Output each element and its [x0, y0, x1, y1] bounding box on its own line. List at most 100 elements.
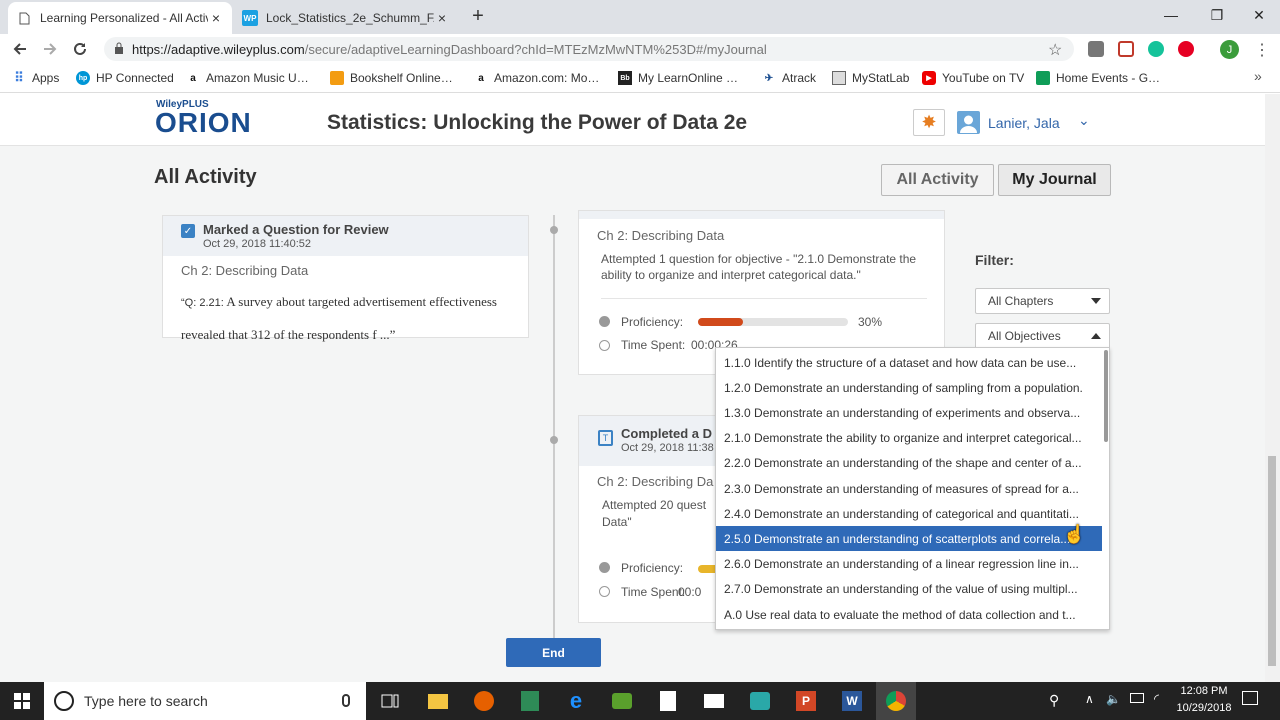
xbox-app-icon[interactable] [602, 682, 642, 720]
my-journal-button[interactable]: My Journal [998, 164, 1111, 196]
browser-tab-active[interactable]: Learning Personalized - All Activit × [8, 2, 232, 34]
card-text-line: Data" [602, 515, 632, 529]
pie-icon [599, 316, 610, 327]
all-activity-button[interactable]: All Activity [881, 164, 994, 196]
bookmark-home-events[interactable]: Home Events - Goog [1036, 70, 1162, 86]
bookmark-amazon-music[interactable]: a Amazon Music Unlim [186, 70, 312, 86]
card-header [579, 211, 944, 219]
battery-icon[interactable] [1130, 693, 1144, 703]
firefox-icon[interactable] [464, 682, 504, 720]
bookmark-hp[interactable]: hp HP Connected [76, 70, 174, 86]
maximize-icon[interactable]: ❐ [1194, 0, 1240, 30]
bookmark-mystatlab[interactable]: MyStatLab [832, 70, 914, 86]
youtube-icon: ▶ [922, 71, 936, 85]
document-app-icon[interactable] [648, 682, 688, 720]
scrollbar-thumb[interactable] [1268, 456, 1276, 666]
task-view-icon[interactable] [370, 682, 410, 720]
new-tab-button[interactable]: + [466, 4, 490, 28]
objective-option[interactable]: 2.5.0 Demonstrate an understanding of sc… [716, 526, 1102, 552]
clock-icon [599, 586, 610, 597]
back-icon[interactable] [7, 36, 33, 62]
minimize-icon[interactable]: — [1148, 0, 1194, 30]
powerpoint-icon[interactable]: P [786, 682, 826, 720]
objective-option[interactable]: 2.1.0 Demonstrate the ability to organiz… [716, 426, 1102, 451]
objective-option[interactable]: 2.7.0 Demonstrate an understanding of th… [716, 577, 1102, 602]
objective-option[interactable]: 2.6.0 Demonstrate an understanding of a … [716, 552, 1102, 577]
checkbox-icon: ✓ [181, 224, 195, 238]
objective-option[interactable]: 2.4.0 Demonstrate an understanding of ca… [716, 501, 1102, 526]
objective-option[interactable]: 1.3.0 Demonstrate an understanding of ex… [716, 400, 1102, 425]
clock-time[interactable]: 12:08 PM [1174, 685, 1234, 697]
timeline-line [553, 215, 555, 640]
objectives-list: 1.1.0 Identify the structure of a datase… [716, 348, 1102, 629]
notes-app-icon[interactable] [510, 682, 550, 720]
pocket-icon[interactable] [1118, 41, 1134, 57]
notification-icon[interactable] [1242, 691, 1258, 705]
timeline-dot [550, 226, 558, 234]
card-text-line: Attempted 20 quest [602, 498, 707, 512]
divider [601, 298, 927, 299]
bookmark-amazon-movies[interactable]: a Amazon.com: Movies [474, 70, 602, 86]
user-name[interactable]: Lanier, Jala [988, 115, 1060, 131]
objective-option[interactable]: 2.3.0 Demonstrate an understanding of me… [716, 476, 1102, 501]
objective-option[interactable]: 1.2.0 Demonstrate an understanding of sa… [716, 375, 1102, 400]
people-icon[interactable]: ⚲ [1049, 692, 1059, 709]
bookmark-youtube[interactable]: ▶ YouTube on TV [922, 70, 1026, 86]
objectives-select[interactable]: All Objectives [975, 323, 1110, 349]
amazon-icon: a [478, 72, 484, 84]
lock-icon [114, 42, 124, 57]
card-text: Attempted 1 question for objective - "2.… [601, 252, 917, 282]
clock-date[interactable]: 10/29/2018 [1172, 702, 1236, 714]
wp-icon: WP [242, 10, 258, 26]
star-icon[interactable]: ☆ [1048, 40, 1062, 60]
pinterest-icon[interactable] [1178, 41, 1194, 57]
doc-icon [16, 10, 32, 26]
file-explorer-icon[interactable] [418, 682, 458, 720]
bookmarks-more-icon[interactable]: » [1254, 68, 1262, 84]
word-icon[interactable]: W [832, 682, 872, 720]
page-icon [832, 71, 846, 85]
profile-avatar[interactable]: J [1220, 40, 1239, 59]
camera-app-icon[interactable] [740, 682, 780, 720]
volume-icon[interactable]: 🔈 [1106, 692, 1121, 706]
objective-option[interactable]: 1.1.0 Identify the structure of a datase… [716, 350, 1102, 375]
document-icon: T [598, 430, 613, 446]
url-path: /secure/adaptiveLearningDashboard?chId=M… [304, 41, 767, 57]
bookmark-learnonline[interactable]: Bb My LearnOnline – Bla [618, 70, 744, 86]
grammarly-icon[interactable] [1148, 41, 1164, 57]
chevron-down-icon[interactable]: ⌄ [1078, 112, 1090, 129]
proficiency-bar [698, 318, 848, 326]
objective-option[interactable]: 2.2.0 Demonstrate an understanding of th… [716, 451, 1102, 476]
taskbar-search[interactable]: Type here to search [44, 682, 366, 720]
reload-icon[interactable] [67, 36, 93, 62]
address-bar[interactable]: https://adaptive.wileyplus.com/secure/ad… [104, 37, 1074, 61]
search-icon [54, 691, 74, 711]
extension-icon[interactable] [1088, 41, 1104, 57]
chrome-icon[interactable] [876, 682, 916, 720]
browser-tab[interactable]: WP Lock_Statistics_2e_Schumm_FA18 × [234, 2, 458, 34]
bookmark-atrack[interactable]: ✈ Atrack [762, 70, 822, 86]
orion-star-icon[interactable]: ✸ [913, 109, 945, 136]
dropdown-scrollbar[interactable] [1104, 350, 1108, 442]
chevron-up-icon[interactable]: ∧ [1085, 692, 1094, 706]
menu-icon[interactable]: ⋮ [1254, 40, 1270, 60]
windows-icon[interactable] [2, 682, 42, 720]
tab-title: Lock_Statistics_2e_Schumm_FA18 [266, 11, 434, 25]
bookmark-bookshelf[interactable]: Bookshelf Online: Fu [330, 70, 456, 86]
brand-logo[interactable]: ORION [155, 108, 252, 138]
edge-icon[interactable]: e [556, 682, 596, 720]
objective-option[interactable]: A.0 Use real data to evaluate the method… [716, 602, 1102, 627]
avatar[interactable] [957, 111, 980, 134]
end-button[interactable]: End [506, 638, 601, 667]
close-tab-icon[interactable]: × [208, 10, 224, 26]
card-title: Marked a Question for Review [203, 222, 389, 237]
chapters-select[interactable]: All Chapters [975, 288, 1110, 314]
forward-icon[interactable] [37, 36, 63, 62]
close-window-icon[interactable]: ✕ [1236, 0, 1280, 30]
question-text[interactable]: “Q: 2.21: A survey about targeted advert… [181, 286, 509, 350]
mail-icon[interactable] [694, 682, 734, 720]
bookmark-apps[interactable]: ⠿ Apps [12, 70, 64, 86]
card-date: Oct 29, 2018 11:38 [621, 442, 714, 454]
wifi-icon[interactable]: ◜ [1154, 691, 1159, 707]
close-tab-icon[interactable]: × [434, 10, 450, 26]
